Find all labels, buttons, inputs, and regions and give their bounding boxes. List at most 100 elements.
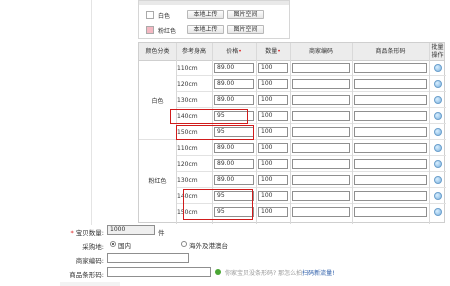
height-label: 130cm (177, 97, 198, 104)
price-highlight-white-140 (170, 109, 248, 124)
barcode-hint-link[interactable]: 扫码新流量! (302, 270, 334, 277)
barcode-input[interactable] (354, 207, 427, 217)
gear-icon[interactable] (434, 112, 442, 120)
origin-domestic-label: 国内 (118, 242, 131, 250)
gear-icon[interactable] (434, 96, 442, 104)
local-upload-button-pink[interactable]: 本地上传 (187, 25, 224, 34)
quantity-input[interactable]: 100 (258, 143, 288, 153)
quantity-input[interactable]: 100 (258, 207, 288, 217)
barcode-input[interactable] (354, 63, 427, 73)
header-barcode: 商品条形码 (375, 47, 406, 55)
height-label: 130cm (177, 177, 198, 184)
gear-icon[interactable] (434, 144, 442, 152)
sku-table-header: 颜色分类 参考身高 价格 • 数量 • 商家编码 商品条形码 批量 操作 (139, 43, 444, 61)
merchant-code-input[interactable] (292, 95, 350, 105)
origin-overseas-label: 海外及港澳台 (189, 242, 228, 250)
quantity-input[interactable]: 100 (258, 95, 288, 105)
merchant-code-input[interactable] (292, 143, 350, 153)
barcode-hint: 你家宝贝没条形码? 那怎么拍扫码新流量! (225, 270, 335, 277)
height-label: 110cm (177, 145, 198, 152)
merchant-code-input[interactable] (107, 253, 189, 263)
color-swatch-pink (146, 26, 154, 34)
barcode-input[interactable] (354, 191, 427, 201)
merchant-code-input[interactable] (292, 79, 350, 89)
merchant-code-input[interactable] (292, 63, 350, 73)
left-divider (91, 0, 92, 225)
price-input[interactable]: 89.00 (214, 143, 254, 153)
image-space-button-white[interactable]: 图片空间 (227, 10, 264, 19)
gear-icon[interactable] (434, 128, 442, 136)
color-image-header (139, 1, 289, 5)
height-label: 120cm (177, 161, 198, 168)
price-highlight-pink-140-150 (183, 189, 253, 220)
barcode-input[interactable] (354, 95, 427, 105)
gear-icon[interactable] (434, 192, 442, 200)
merchant-code-input[interactable] (292, 191, 350, 201)
merchant-code-input[interactable] (292, 111, 350, 121)
header-color: 颜色分类 (145, 47, 170, 55)
barcode-input[interactable] (354, 175, 427, 185)
origin-domestic-radio[interactable] (110, 241, 116, 247)
total-quantity-input[interactable]: 1000 (107, 225, 155, 235)
height-label: 110cm (177, 65, 198, 72)
row-divider (176, 75, 446, 76)
quantity-input[interactable]: 100 (258, 159, 288, 169)
image-space-button-pink[interactable]: 图片空间 (227, 25, 264, 34)
quantity-input[interactable]: 100 (258, 111, 288, 121)
merchant-code-input[interactable] (292, 159, 350, 169)
price-input[interactable]: 89.00 (214, 79, 254, 89)
price-input[interactable]: 89.00 (214, 159, 254, 169)
barcode-input[interactable] (354, 127, 427, 137)
group-color-label: 白色 (151, 98, 164, 105)
header-price: 价格 • (226, 47, 242, 55)
sku-table: 颜色分类 参考身高 价格 • 数量 • 商家编码 商品条形码 批量 操作 白色 110… (138, 42, 446, 224)
price-input[interactable]: 89.00 (214, 95, 254, 105)
quantity-input[interactable]: 100 (258, 175, 288, 185)
cut-off-row (60, 282, 120, 286)
merchant-code-input[interactable] (292, 207, 350, 217)
height-label: 120cm (177, 81, 198, 88)
header-quantity: 数量 • (265, 47, 281, 55)
column-divider (352, 43, 353, 224)
local-upload-button-white[interactable]: 本地上传 (187, 10, 224, 19)
gear-icon[interactable] (434, 208, 442, 216)
gear-icon[interactable] (434, 160, 442, 168)
column-divider (290, 43, 291, 224)
color-name-white: 白色 (158, 13, 171, 20)
gear-icon[interactable] (434, 64, 442, 72)
row-divider (176, 107, 446, 108)
merchant-code-label: 商家编码: (75, 257, 104, 265)
quantity-input[interactable]: 100 (258, 63, 288, 73)
header-merchant-code: 商家编码 (308, 47, 333, 55)
group-color-label: 粉红色 (148, 178, 167, 185)
barcode-input[interactable] (354, 111, 427, 121)
merchant-code-input[interactable] (292, 175, 350, 185)
header-height: 参考身高 (181, 47, 206, 55)
quantity-input[interactable]: 100 (258, 127, 288, 137)
barcode-input[interactable] (354, 159, 427, 169)
price-input[interactable]: 89.00 (214, 175, 254, 185)
quantity-input[interactable]: 100 (258, 79, 288, 89)
quantity-input[interactable]: 100 (258, 191, 288, 201)
column-divider (256, 43, 257, 224)
quantity-unit: 件 (158, 229, 165, 237)
origin-overseas-radio[interactable] (181, 241, 187, 247)
merchant-code-input[interactable] (292, 127, 350, 137)
row-divider (176, 91, 446, 92)
column-divider (429, 43, 430, 224)
row-divider (176, 171, 446, 172)
row-divider (176, 155, 446, 156)
color-image-box: 白色 本地上传 图片空间 粉红色 本地上传 图片空间 (138, 0, 290, 39)
barcode-input[interactable] (354, 143, 427, 153)
gear-icon[interactable] (434, 176, 442, 184)
quantity-label: * 宝贝数量: (70, 229, 104, 237)
price-input[interactable]: 89.00 (214, 63, 254, 73)
color-name-pink: 粉红色 (158, 28, 177, 35)
barcode-label: 商品条形码: (69, 271, 104, 279)
barcode-input[interactable] (107, 267, 211, 277)
origin-label: 采购地: (82, 243, 104, 251)
barcode-ok-icon (215, 269, 221, 275)
color-swatch-white (146, 11, 154, 19)
barcode-input[interactable] (354, 79, 427, 89)
gear-icon[interactable] (434, 80, 442, 88)
